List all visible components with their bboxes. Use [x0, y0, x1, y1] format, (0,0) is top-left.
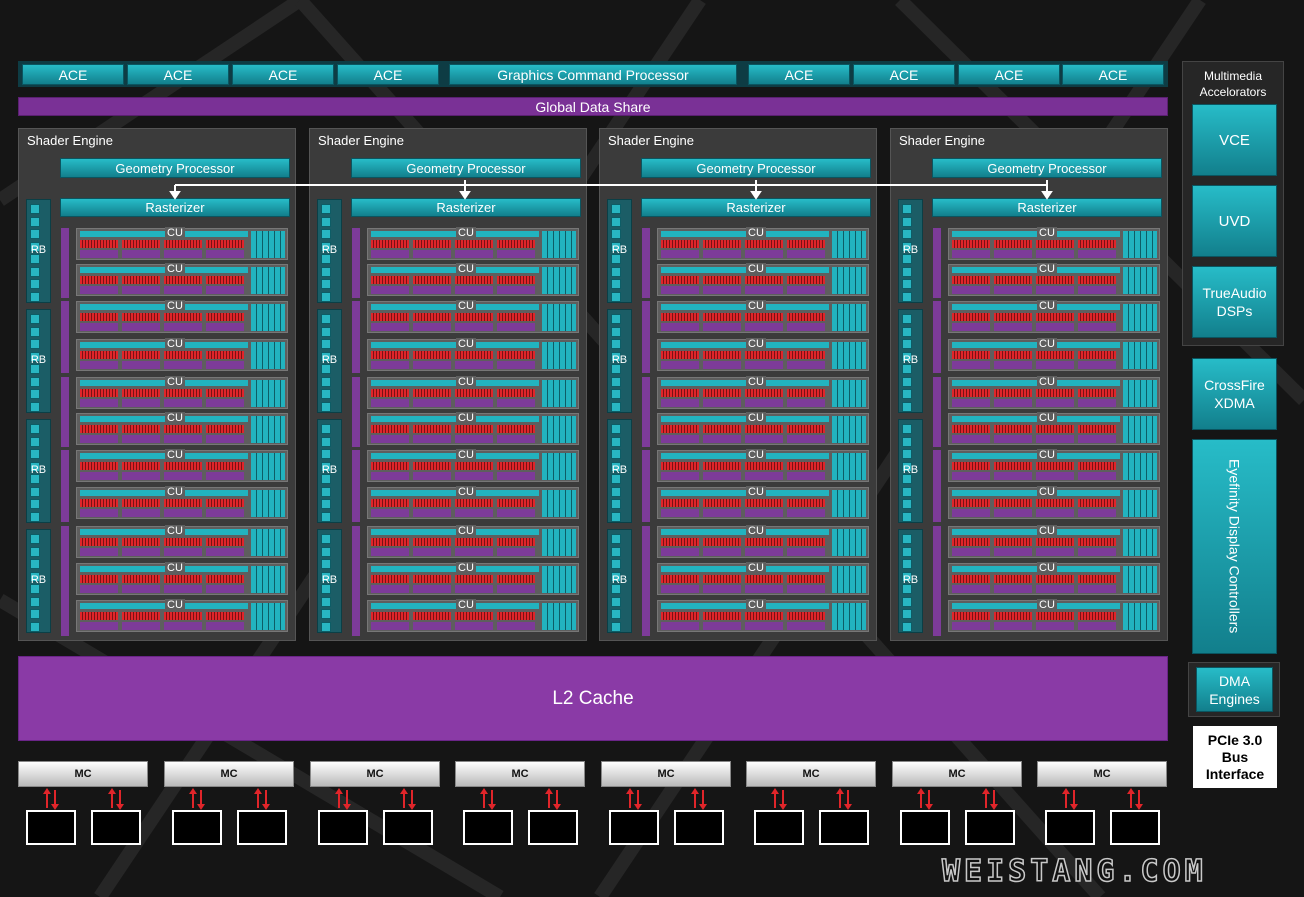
memory-bus-arrows	[480, 788, 496, 810]
watermark: WEISTANG.COM	[941, 853, 1207, 890]
memory-chip	[674, 810, 724, 845]
memory-chip	[965, 810, 1015, 845]
memory-controller: MC	[164, 761, 294, 787]
uvd-label: UVD	[1218, 212, 1251, 230]
multimedia-title: Multimedia Accelorators	[1199, 69, 1267, 99]
mc-label: MC	[366, 768, 384, 780]
memory-bus-arrows	[335, 788, 351, 810]
mc-label: MC	[74, 768, 92, 780]
memory-controller: MC	[18, 761, 148, 787]
memory-chip	[609, 810, 659, 845]
eyefinity-label: Eyefinity Display Controllers	[1226, 459, 1243, 634]
memory-chip	[819, 810, 869, 845]
memory-controller: MC	[892, 761, 1022, 787]
memory-chip	[91, 810, 141, 845]
pcie-bus-interface: PCIe 3.0 Bus Interface	[1193, 726, 1277, 788]
memory-bus-arrows	[108, 788, 124, 810]
memory-controller: MC	[746, 761, 876, 787]
crossfire-label: CrossFire XDMA	[1204, 377, 1265, 411]
memory-bus-arrows	[189, 788, 205, 810]
dma-label: DMA Engines	[1209, 672, 1260, 707]
memory-chip	[754, 810, 804, 845]
memory-chip	[383, 810, 433, 845]
memory-chip	[1110, 810, 1160, 845]
eyefinity-display-controllers: Eyefinity Display Controllers	[1192, 439, 1277, 654]
mc-label: MC	[802, 768, 820, 780]
memory-chip	[318, 810, 368, 845]
memory-bus-arrows	[691, 788, 707, 810]
memory-chip	[172, 810, 222, 845]
l2-cache-label: L2 Cache	[552, 687, 634, 709]
pcie-label: PCIe 3.0 Bus Interface	[1205, 731, 1265, 782]
uvd-block: UVD	[1192, 185, 1277, 257]
memory-chip	[237, 810, 287, 845]
memory-bus-arrows	[43, 788, 59, 810]
memory-bus-arrows	[771, 788, 787, 810]
mc-label: MC	[220, 768, 238, 780]
memory-bus-arrows	[1127, 788, 1143, 810]
trueaudio-label: TrueAudio DSPs	[1202, 285, 1267, 319]
memory-chip	[26, 810, 76, 845]
memory-chip	[900, 810, 950, 845]
memory-bus-arrows	[982, 788, 998, 810]
mc-label: MC	[511, 768, 529, 780]
l2-cache: L2 Cache	[18, 656, 1168, 741]
mc-label: MC	[948, 768, 966, 780]
memory-bus-arrows	[917, 788, 933, 810]
memory-bus-arrows	[254, 788, 270, 810]
memory-bus-arrows	[836, 788, 852, 810]
memory-controller: MC	[455, 761, 585, 787]
crossfire-xdma-block: CrossFire XDMA	[1192, 358, 1277, 430]
vce-label: VCE	[1219, 131, 1250, 149]
memory-bus-arrows	[545, 788, 561, 810]
trueaudio-block: TrueAudio DSPs	[1192, 266, 1277, 338]
memory-chip	[1045, 810, 1095, 845]
dma-engines-block: DMA Engines	[1196, 667, 1273, 712]
mc-label: MC	[1093, 768, 1111, 780]
vce-block: VCE	[1192, 104, 1277, 176]
mc-label: MC	[657, 768, 675, 780]
memory-bus-arrows	[1062, 788, 1078, 810]
memory-chip	[528, 810, 578, 845]
memory-bus-arrows	[400, 788, 416, 810]
memory-chip	[463, 810, 513, 845]
memory-bus-arrows	[626, 788, 642, 810]
memory-controller: MC	[1037, 761, 1167, 787]
memory-controller: MC	[310, 761, 440, 787]
memory-controller: MC	[601, 761, 731, 787]
